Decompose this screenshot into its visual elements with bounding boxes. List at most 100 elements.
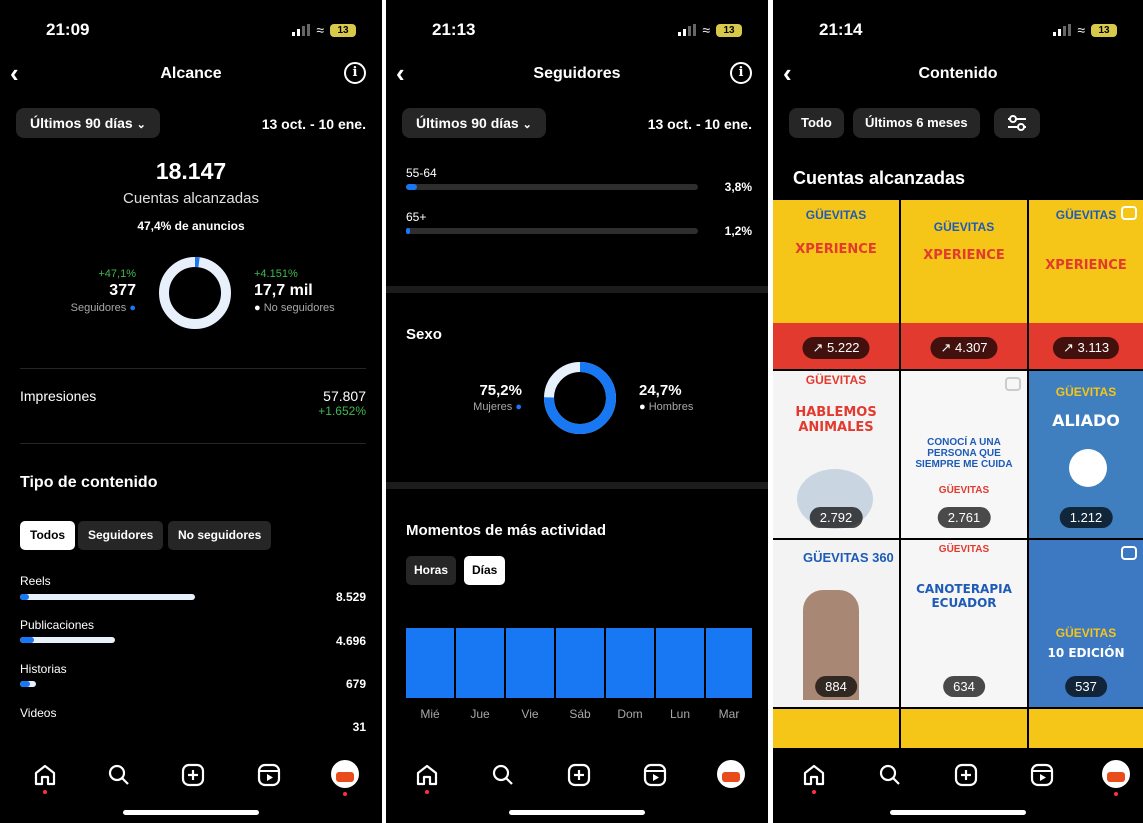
thumb-title: HABLEMOS ANIMALES [795, 405, 877, 435]
content-thumb[interactable]: GÜEVITAS XPERIENCE ↗ 4.307 [901, 200, 1027, 369]
content-thumb[interactable] [773, 709, 899, 749]
search-icon[interactable] [106, 762, 132, 788]
age-group-bar [406, 228, 410, 234]
day-label: Mar [718, 707, 740, 721]
period-label: Últimos 90 días [416, 115, 519, 131]
period-dropdown[interactable]: Últimos 90 días ⌄ [402, 108, 546, 138]
day-label: Vie [521, 707, 539, 721]
tab-dias[interactable]: Días [464, 556, 506, 585]
filter-seguidores[interactable]: Seguidores [78, 521, 164, 550]
nonfollowers-dot-icon: ● [254, 302, 261, 314]
impressions-value: 57.807 [323, 388, 366, 404]
content-type-value: 31 [352, 720, 366, 734]
content-thumb[interactable]: GÜEVITAS 10 EDICIÓN 537 [1029, 540, 1143, 707]
thumb-logo [1069, 449, 1107, 487]
gender-title: Sexo [406, 326, 442, 343]
content-thumb[interactable]: GÜEVITAS ALIADO 1.212 [1029, 371, 1143, 538]
reels-icon[interactable] [1029, 762, 1055, 788]
thumb-title: GÜEVITAS 360 [803, 550, 894, 565]
men-dot-icon: ● [639, 401, 646, 413]
reach-badge: 2.792 [809, 507, 863, 528]
nonfollowers-stat: +4.151% 17,7 mil ● No seguidores [254, 268, 335, 314]
day-label: Mié [420, 707, 440, 721]
activity-chart [406, 628, 752, 698]
content-type-value: 679 [345, 677, 366, 691]
trend-icon: ↗ [940, 340, 952, 355]
content-type-value: 8.529 [335, 590, 366, 604]
thumb-brand: GÜEVITAS [805, 373, 867, 387]
women-value: 75,2% [479, 382, 522, 399]
content-thumb[interactable]: GÜEVITAS XPERIENCE ↗ 3.113 [1029, 200, 1143, 369]
notification-dot [425, 790, 429, 794]
content-thumb[interactable]: GÜEVITAS HABLEMOS ANIMALES 2.792 [773, 371, 899, 538]
filter-todo[interactable]: Todo [789, 108, 844, 138]
wifi-icon: ≈ [702, 22, 710, 38]
screen-seguidores: 21:13 ≈ 13 ‹ Seguidores i Últimos 90 día… [386, 0, 768, 823]
create-icon[interactable] [953, 762, 979, 788]
content-thumb[interactable]: CONOCÍ A UNA PERSONA QUE SIEMPRE ME CUID… [901, 371, 1027, 538]
create-icon[interactable] [180, 762, 206, 788]
filter-period[interactable]: Últimos 6 meses [853, 108, 980, 138]
content-type-label: Reels [20, 574, 51, 588]
filter-todos[interactable]: Todos [20, 521, 76, 550]
reach-count: 3.113 [1077, 340, 1110, 355]
filter-no-seguidores[interactable]: No seguidores [168, 521, 272, 550]
reels-icon[interactable] [256, 762, 282, 788]
day-bar [706, 628, 752, 698]
filter-settings-button[interactable] [994, 108, 1040, 138]
day-bar [556, 628, 604, 698]
divider [20, 368, 366, 369]
period-dropdown[interactable]: Últimos 90 días ⌄ [16, 108, 160, 138]
create-icon[interactable] [566, 762, 592, 788]
reach-count: 2.792 [819, 510, 853, 525]
signal-icon [1053, 24, 1072, 36]
home-icon[interactable] [32, 762, 58, 788]
men-value: 24,7% [639, 382, 682, 399]
ads-share: 47,4% de anuncios [137, 219, 245, 233]
followers-change: +47,1% [98, 268, 136, 280]
home-icon[interactable] [414, 762, 440, 788]
search-icon[interactable] [877, 762, 903, 788]
wifi-icon: ≈ [1077, 22, 1085, 38]
content-thumb[interactable]: GÜEVITAS 360 884 [773, 540, 899, 707]
age-group-value: 1,2% [724, 224, 752, 238]
notification-dot [343, 792, 347, 796]
reach-badge: 1.212 [1059, 507, 1113, 528]
day-bar [506, 628, 554, 698]
info-icon[interactable]: i [730, 62, 752, 84]
chevron-down-icon: ⌄ [136, 119, 146, 131]
reach-count: 537 [1075, 679, 1097, 694]
day-bar [606, 628, 654, 698]
profile-avatar[interactable] [717, 760, 745, 788]
screen-contenido: 21:14 ≈ 13 ‹ Contenido Todo Últimos 6 me… [773, 0, 1143, 823]
men-stat: 24,7% ● Hombres [639, 382, 693, 413]
content-thumb[interactable] [1029, 709, 1143, 749]
thumb-title: XPERIENCE [923, 248, 1005, 263]
impressions-change: +1.652% [318, 404, 366, 418]
profile-avatar[interactable] [1102, 760, 1130, 788]
day-labels: Mié Jue Vie Sáb Dom Lun Mar [406, 707, 752, 723]
content-thumb[interactable]: GÜEVITAS CANOTERAPIA ECUADOR 634 [901, 540, 1027, 707]
wifi-icon: ≈ [316, 22, 324, 38]
info-icon[interactable]: i [344, 62, 366, 84]
chevron-down-icon: ⌄ [522, 119, 532, 131]
content-thumb[interactable] [901, 709, 1027, 749]
thumb-brand: GÜEVITAS [938, 485, 990, 496]
notification-dot [812, 790, 816, 794]
thumb-brand: GÜEVITAS [933, 220, 995, 234]
tab-horas[interactable]: Horas [406, 556, 457, 585]
content-thumb[interactable]: GÜEVITAS XPERIENCE ↗ 5.222 [773, 200, 899, 369]
followers-value: 377 [109, 282, 136, 299]
home-indicator [890, 810, 1026, 815]
reach-count: 5.222 [826, 340, 860, 355]
age-group-label: 55-64 [406, 166, 437, 180]
day-bar [406, 628, 454, 698]
profile-avatar[interactable] [331, 760, 359, 788]
reach-badge: ↗ 3.113 [1052, 337, 1120, 359]
content-type-bar [20, 594, 195, 600]
reels-icon[interactable] [642, 762, 668, 788]
section-title: Cuentas alcanzadas [793, 168, 966, 188]
search-icon[interactable] [490, 762, 516, 788]
home-icon[interactable] [801, 762, 827, 788]
content-type-label: Historias [20, 662, 67, 676]
